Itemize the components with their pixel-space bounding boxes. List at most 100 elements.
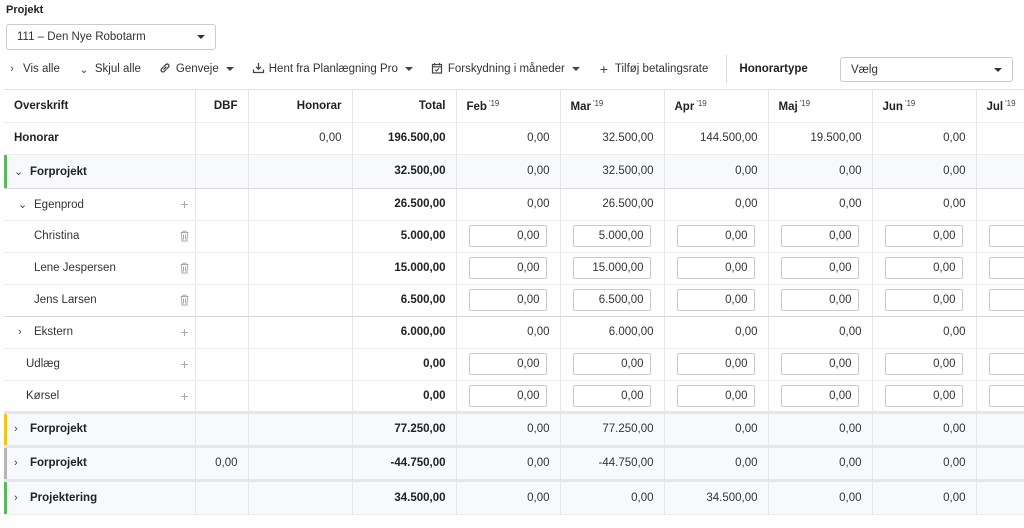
group-name[interactable]: ⌄ Egenprod + — [4, 188, 196, 221]
section-row[interactable]: › Projektering 34.500,00 0,00 0,00 34.500… — [4, 478, 1024, 515]
month-cell — [664, 348, 769, 381]
add-payment-rate-button[interactable]: + Tilføj betalingsrate — [592, 61, 715, 77]
month-input[interactable] — [468, 225, 547, 247]
group-row: › Ekstern + 6.000,00 0,00 6.000,00 0,00 0… — [4, 316, 1024, 349]
month-input[interactable] — [884, 384, 963, 407]
month-input[interactable] — [468, 384, 547, 407]
project-select[interactable]: 111 – Den Nye Robotarm — [6, 24, 216, 50]
month-input[interactable] — [988, 257, 1024, 279]
month-cell — [768, 284, 873, 317]
month-input[interactable] — [572, 289, 651, 311]
group-name: Udlæg + — [4, 348, 196, 381]
chevron-right-icon[interactable]: › — [14, 492, 26, 504]
month-cell — [768, 380, 873, 413]
row-total: 32.500,00 — [352, 154, 457, 189]
row-total: 0,00 — [352, 348, 457, 381]
person-name: Jens Larsen — [4, 284, 196, 317]
month-value — [976, 154, 1024, 189]
budget-grid: Overskrift DBF Honorar Total Feb '19 Mar '… — [4, 89, 1024, 528]
month-value: 0,00 — [664, 188, 769, 221]
col-month: Feb '19 — [456, 90, 561, 123]
month-value: 6.000,00 — [560, 316, 665, 349]
shortcuts-dropdown[interactable]: Genveje — [153, 62, 240, 77]
fee-type-select[interactable]: Vælg — [840, 57, 1013, 82]
month-value: 34.500,00 — [664, 478, 769, 515]
month-input[interactable] — [676, 289, 755, 311]
section-color-bar — [4, 483, 7, 513]
month-input[interactable] — [676, 225, 755, 247]
month-cell — [768, 220, 873, 253]
month-input[interactable] — [884, 289, 963, 311]
plus-icon[interactable]: + — [180, 324, 188, 340]
month-input[interactable] — [468, 353, 547, 375]
month-value: 0,00 — [768, 444, 873, 481]
month-input[interactable] — [468, 257, 547, 279]
month-input[interactable] — [884, 225, 963, 247]
month-value: 26.500,00 — [560, 188, 665, 221]
row-dbf — [195, 122, 249, 155]
row-total: 6.500,00 — [352, 284, 457, 317]
month-value — [976, 316, 1024, 349]
month-input[interactable] — [676, 353, 755, 375]
row-dbf — [195, 348, 249, 381]
chevron-right-icon[interactable]: › — [18, 326, 30, 338]
chevron-down-icon[interactable]: ⌄ — [14, 165, 26, 178]
section-name[interactable]: ⌄ Forprojekt — [4, 154, 196, 189]
plus-icon[interactable]: + — [180, 356, 188, 372]
plus-icon[interactable]: + — [180, 388, 188, 404]
col-dbf: DBF — [195, 90, 249, 123]
show-all-button[interactable]: › Vis alle — [0, 63, 66, 75]
group-name: Kørsel + — [4, 380, 196, 413]
month-input[interactable] — [676, 257, 755, 279]
group-name[interactable]: › Ekstern + — [4, 316, 196, 349]
trash-icon[interactable] — [180, 262, 189, 274]
month-value: 0,00 — [456, 444, 561, 481]
row-fee — [248, 410, 353, 447]
month-cell — [768, 252, 873, 285]
month-input[interactable] — [988, 225, 1024, 247]
month-input[interactable] — [988, 384, 1024, 407]
chevron-right-icon[interactable]: › — [14, 423, 26, 435]
person-row: Christina 5.000,00 — [4, 220, 1024, 253]
fetch-planning-dropdown[interactable]: Hent fra Planlægning Pro — [246, 62, 419, 77]
chevron-right-icon[interactable]: › — [14, 457, 26, 469]
month-input[interactable] — [676, 384, 755, 407]
group-row: ⌄ Egenprod + 26.500,00 0,00 26.500,00 0,0… — [4, 188, 1024, 221]
month-input[interactable] — [572, 257, 651, 279]
plus-icon[interactable]: + — [180, 196, 188, 212]
shift-months-dropdown[interactable]: Forskydning i måneder — [425, 62, 586, 77]
trash-icon[interactable] — [180, 230, 189, 242]
month-input[interactable] — [884, 257, 963, 279]
project-select-value: 111 – Den Nye Robotarm — [17, 31, 146, 43]
month-input[interactable] — [988, 289, 1024, 311]
chevron-down-icon[interactable]: ⌄ — [18, 198, 30, 211]
month-input[interactable] — [572, 353, 651, 375]
trash-icon[interactable] — [180, 294, 189, 306]
section-name[interactable]: › Forprojekt — [4, 444, 196, 481]
section-row[interactable]: ⌄ Forprojekt 32.500,00 0,00 32.500,00 0,0… — [4, 154, 1024, 189]
month-cell — [872, 348, 977, 381]
header-row: Overskrift DBF Honorar Total Feb '19 Mar '… — [4, 90, 1024, 123]
month-input[interactable] — [884, 353, 963, 375]
month-input[interactable] — [572, 225, 651, 247]
month-value: 0,00 — [456, 188, 561, 221]
month-input[interactable] — [572, 384, 651, 407]
month-cell — [560, 348, 665, 381]
month-value: 0,00 — [664, 316, 769, 349]
month-input[interactable] — [988, 353, 1024, 375]
month-input[interactable] — [780, 257, 859, 279]
row-total: 77.250,00 — [352, 410, 457, 447]
hide-all-button[interactable]: ⌄ Skjul alle — [72, 63, 147, 76]
month-input[interactable] — [780, 353, 859, 375]
section-name[interactable]: › Projektering — [4, 478, 196, 515]
month-value: 0,00 — [664, 410, 769, 447]
section-row[interactable]: › Forprojekt 0,00 -44.750,00 0,00 -44.750… — [4, 444, 1024, 481]
month-value: 0,00 — [872, 444, 977, 481]
section-row[interactable]: › Forprojekt 77.250,00 0,00 77.250,00 0,0… — [4, 410, 1024, 447]
month-input[interactable] — [780, 225, 859, 247]
month-input[interactable] — [780, 289, 859, 311]
section-name[interactable]: › Forprojekt — [4, 410, 196, 447]
month-input[interactable] — [780, 384, 859, 407]
month-value: 0,00 — [664, 154, 769, 189]
month-input[interactable] — [468, 289, 547, 311]
